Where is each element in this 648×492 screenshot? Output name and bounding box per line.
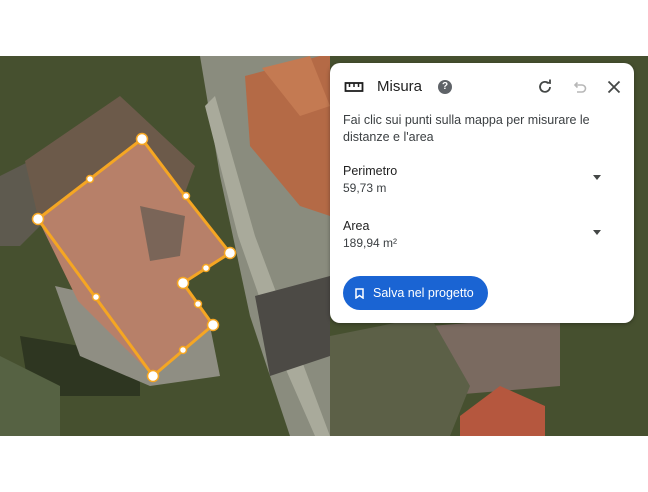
undo-button[interactable] [568,75,592,99]
panel-description: Fai clic sui punti sulla mappa per misur… [343,113,590,144]
bookmark-icon [355,287,364,299]
redo-button[interactable] [533,75,557,99]
panel-title: Misura [377,78,423,95]
save-button-label: Salva nel progetto [373,286,474,300]
redo-icon [539,79,551,93]
perimeter-value: 59,73 m [343,181,387,195]
ruler-icon [344,82,364,92]
close-icon [607,80,621,94]
help-icon[interactable]: ? [438,80,452,94]
area-row[interactable]: Area 189,94 m² [343,219,619,255]
undo-icon [573,81,587,93]
area-label: Area [343,219,370,233]
measure-panel: Misura ? Fai clic sui punti sulla mappa … [330,63,634,323]
close-button[interactable] [602,75,626,99]
save-to-project-button[interactable]: Salva nel progetto [343,276,488,310]
perimeter-row[interactable]: Perimetro 59,73 m [343,164,619,200]
panel-header: Misura ? [330,63,634,111]
chevron-down-icon[interactable] [593,175,601,180]
perimeter-label: Perimetro [343,164,398,178]
chevron-down-icon[interactable] [593,230,601,235]
area-value: 189,94 m² [343,236,398,250]
